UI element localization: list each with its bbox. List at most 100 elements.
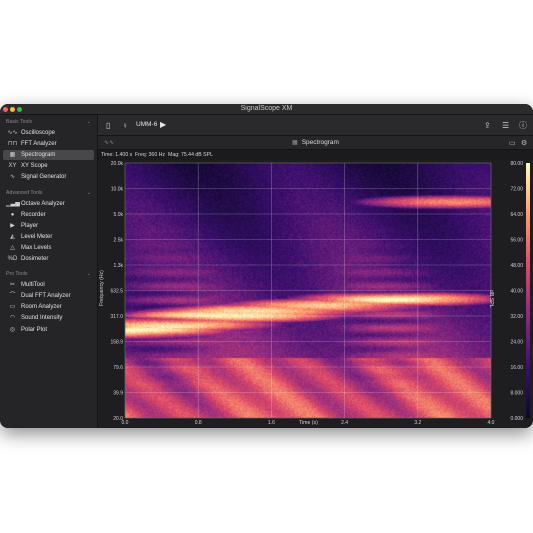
- room-analyzer-icon: ▭: [9, 304, 16, 311]
- readout-magnitude: Mag: 75.44 dB SPL: [168, 152, 213, 158]
- sidebar-item-label: Max Levels: [21, 244, 52, 251]
- sidebar-item-label: Dosimeter: [21, 256, 49, 262]
- sidebar-section-title: Pro Tools: [6, 271, 28, 278]
- share-icon[interactable]: ⇪: [484, 121, 491, 130]
- tool-title: Spectrogram: [301, 139, 339, 146]
- y-axis-title: Frequency (Hz): [98, 270, 105, 306]
- chart-options-icon[interactable]: ▭: [509, 139, 516, 148]
- spectrogram-chart[interactable]: 0.0 0.8 1.6 2.4 3.2 4.0 20.0k 10.0k 5.0k 2.5k 1.3k…: [98, 160, 533, 428]
- sidebar-item-room-analyzer[interactable]: ▭ Room Analyzer: [3, 302, 94, 312]
- colorbar-tick-label: 24.00: [510, 339, 523, 345]
- sidebar-item-sound-intensity[interactable]: ◠ Sound Intensity: [3, 313, 94, 323]
- sidebar-item-fft-analyzer[interactable]: ⊓⊓ FFT Analyzer: [3, 139, 94, 149]
- polar-plot-icon: ◎: [9, 326, 16, 333]
- readout-frequency: Freq: 360 Hz: [135, 152, 165, 158]
- spectrogram-icon: ▦: [292, 140, 298, 146]
- info-icon[interactable]: ⓘ: [519, 121, 527, 130]
- dual-fft-icon: ⌒: [9, 293, 16, 300]
- spectrogram-icon: ▦: [9, 152, 16, 159]
- sidebar-item-player[interactable]: ▶ Player: [3, 221, 94, 231]
- sidebar-item-label: Dual FFT Analyzer: [21, 293, 71, 300]
- sidebar-toggle-icon[interactable]: ▯: [106, 121, 110, 130]
- colorbar-tick-label: 72.00: [510, 186, 523, 192]
- colorbar-tick-label: 48.00: [510, 263, 523, 269]
- microphone-icon[interactable]: ♀: [122, 121, 128, 130]
- sidebar-item-label: Signal Generator: [21, 174, 67, 181]
- toolbar: ▯ ♀ UMM-6 ▶ ⇪ ☰ ⓘ: [98, 115, 533, 136]
- multitool-icon: ✂: [9, 282, 16, 289]
- sidebar-item-oscilloscope[interactable]: ∿∿ Oscilloscope: [3, 128, 94, 138]
- chevron-down-icon[interactable]: ⌄: [87, 271, 91, 277]
- sidebar-item-spectrogram[interactable]: ▦ Spectrogram: [3, 150, 94, 161]
- y-tick-label: 5.0k: [114, 212, 124, 218]
- x-tick-label: 1.6: [268, 420, 275, 426]
- sidebar-item-signal-generator[interactable]: ∿ Signal Generator: [3, 172, 94, 182]
- chevron-down-icon[interactable]: ⌄: [87, 119, 91, 125]
- sidebar-item-label: Sound Intensity: [21, 315, 63, 322]
- chevron-down-icon[interactable]: ⌄: [87, 190, 91, 196]
- x-tick-label: 0.8: [195, 420, 202, 426]
- colorbar-tick-label: 0.000: [510, 416, 523, 422]
- y-tick-label: 317.0: [110, 314, 123, 320]
- dosimeter-icon: %D: [7, 256, 18, 262]
- colorbar-tick-label: 64.00: [510, 212, 523, 218]
- input-device-label[interactable]: UMM-6: [136, 121, 157, 128]
- sound-intensity-icon: ◠: [9, 315, 16, 322]
- sidebar-item-label: Level Meter: [21, 233, 53, 240]
- sidebar-item-label: XY Scope: [21, 163, 48, 170]
- sidebar-item-recorder[interactable]: ● Recorder: [3, 210, 94, 220]
- colorbar-tick-label: 40.00: [510, 288, 523, 294]
- y-tick-label: 632.5: [110, 288, 123, 294]
- tool-header: ∿∿ ▦ Spectrogram ▭ ⚙: [98, 136, 533, 150]
- sidebar-item-xy-scope[interactable]: XY XY Scope: [3, 161, 94, 171]
- sidebar-item-dual-fft-analyzer[interactable]: ⌒ Dual FFT Analyzer: [3, 291, 94, 301]
- sidebar-item-label: Room Analyzer: [21, 304, 62, 311]
- octave-analyzer-icon: ▁▃▅: [6, 200, 20, 207]
- colorbar-tick-label: 80.00: [510, 161, 523, 167]
- sidebar-item-octave-analyzer[interactable]: ▁▃▅ Octave Analyzer: [3, 199, 94, 209]
- y-tick-label: 2.5k: [114, 237, 124, 243]
- sidebar-item-label: MultiTool: [21, 282, 45, 289]
- sidebar-item-polar-plot[interactable]: ◎ Polar Plot: [3, 325, 94, 335]
- y-tick-label: 39.9: [113, 390, 123, 396]
- sidebar-item-label: Spectrogram: [21, 152, 56, 159]
- xy-scope-icon: XY: [8, 163, 17, 170]
- y-tick-label: 20.0k: [111, 161, 124, 167]
- sidebar-item-label: Recorder: [21, 211, 46, 218]
- x-axis-title: Time (s): [299, 420, 318, 426]
- spectrogram-axes: 0.0 0.8 1.6 2.4 3.2 4.020.0k10.0k5.0k2.5k1.3k…: [110, 161, 530, 426]
- sidebar-item-max-levels[interactable]: △ Max Levels: [3, 243, 94, 253]
- sidebar-item-dosimeter[interactable]: %D Dosimeter: [3, 254, 94, 264]
- sidebar-item-label: Player: [21, 222, 39, 229]
- sidebar-item-label: FFT Analyzer: [21, 141, 57, 148]
- signal-generator-icon: ∿: [9, 174, 16, 181]
- sidebar-section-title: Advanced Tools: [6, 189, 43, 196]
- sidebar-item-level-meter[interactable]: ◭ Level Meter: [3, 232, 94, 242]
- sidebar-item-label: Oscilloscope: [21, 130, 56, 136]
- colorbar-tick-label: 32.00: [510, 314, 523, 320]
- y-tick-label: 20.0: [113, 416, 123, 422]
- cursor-readout: Time: 1.400 s Freq: 360 Hz Mag: 75.44 dB…: [98, 150, 533, 160]
- colorbar: [526, 163, 530, 418]
- x-tick-label: 2.4: [341, 420, 348, 426]
- sidebar: Basic Tools ⌄ ∿∿ Oscilloscope ⊓⊓ FFT Analyzer…: [0, 115, 98, 428]
- readout-time: Time: 1.400 s: [101, 152, 133, 158]
- x-tick-label: 4.0: [488, 420, 495, 426]
- fft-icon: ⊓⊓: [7, 141, 18, 148]
- colorbar-tick-label: 16.00: [510, 365, 523, 371]
- sidebar-item-label: Polar Plot: [21, 326, 48, 333]
- play-button[interactable]: ▶: [160, 120, 166, 129]
- oscilloscope-icon: ∿∿: [7, 130, 18, 136]
- colorbar-tick-label: 8.000: [510, 390, 523, 396]
- main-panel: ▯ ♀ UMM-6 ▶ ⇪ ☰ ⓘ ∿∿ ▦ Spectrogram ▭ ⚙ Ti…: [98, 115, 533, 428]
- level-meter-icon: ◭: [10, 233, 15, 240]
- title-bar: SignalScope XM: [0, 104, 533, 115]
- colorbar-title: dB SPL: [488, 290, 494, 308]
- y-tick-label: 1.3k: [114, 263, 124, 269]
- y-tick-label: 10.0k: [111, 186, 124, 192]
- sidebar-item-label: Octave Analyzer: [21, 200, 65, 207]
- sidebar-item-multitool[interactable]: ✂ MultiTool: [3, 280, 94, 290]
- settings-sliders-icon[interactable]: ☰: [502, 121, 509, 130]
- x-tick-label: 3.2: [414, 420, 421, 426]
- gear-icon[interactable]: ⚙: [521, 139, 527, 148]
